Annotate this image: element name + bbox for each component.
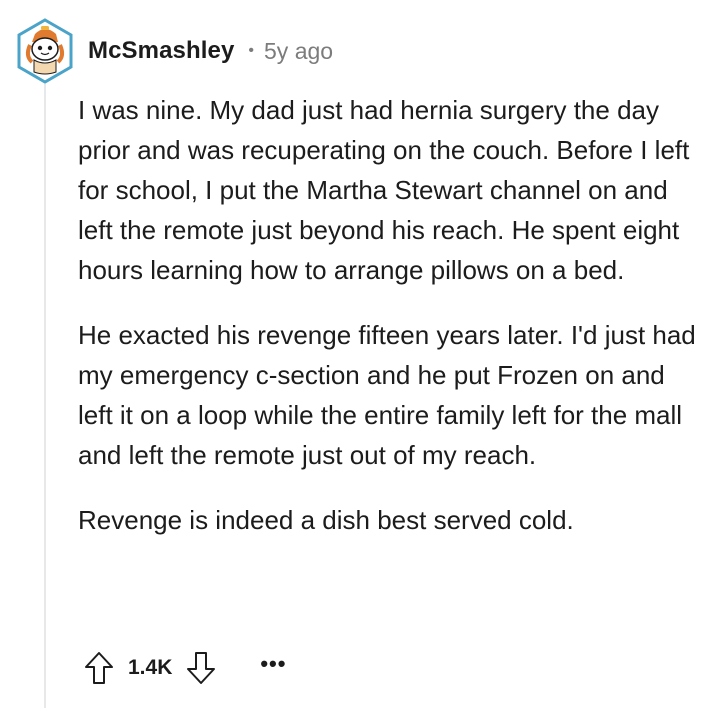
downvote-arrow-icon[interactable] bbox=[186, 651, 216, 685]
more-options-icon[interactable]: ••• bbox=[260, 653, 286, 675]
meta-separator: • bbox=[248, 42, 255, 59]
comment-header: McSmashley • 5y ago bbox=[16, 18, 333, 84]
comment-paragraph-3: Revenge is indeed a dish best served col… bbox=[78, 505, 574, 535]
comment: McSmashley • 5y ago I was nine. My dad j… bbox=[0, 0, 716, 708]
comment-actions: 1.4K ••• bbox=[84, 648, 286, 688]
comment-body: I was nine. My dad just had hernia surge… bbox=[78, 90, 698, 540]
comment-paragraph-2: He exacted his revenge fifteen years lat… bbox=[78, 320, 696, 470]
timestamp: 5y ago bbox=[264, 37, 334, 64]
username[interactable]: McSmashley bbox=[88, 37, 234, 65]
comment-paragraph-1: I was nine. My dad just had hernia surge… bbox=[78, 95, 690, 285]
snoo-avatar-icon[interactable] bbox=[16, 18, 74, 84]
upvote-arrow-icon[interactable] bbox=[84, 651, 114, 685]
vote-score: 1.4K bbox=[128, 656, 173, 679]
thread-line[interactable] bbox=[44, 84, 46, 708]
